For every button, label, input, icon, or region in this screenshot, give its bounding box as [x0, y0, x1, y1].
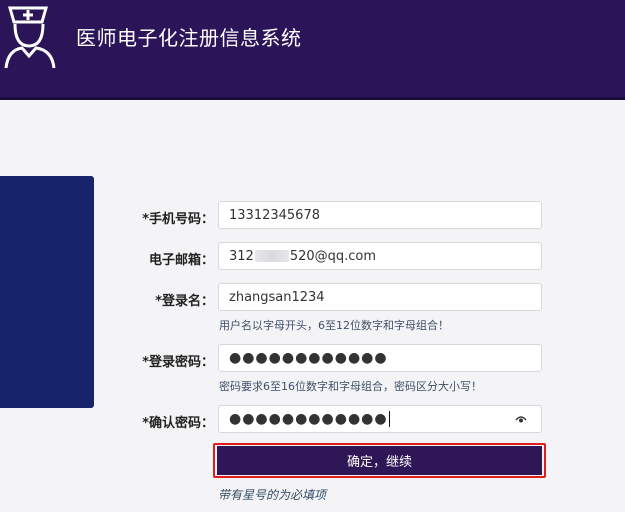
password-value: ●●●●●●●●●●●● [229, 350, 388, 366]
app-title: 医师电子化注册信息系统 [76, 26, 302, 50]
username-input[interactable]: zhangsan1234 [218, 283, 542, 311]
username-value: zhangsan1234 [229, 289, 325, 305]
email-label: 电子邮箱： [148, 253, 214, 268]
confirm-password-value: ●●●●●●●●●●●● [229, 411, 388, 427]
phone-label: *手机号码： [142, 212, 214, 227]
nurse-doctor-icon [4, 6, 56, 69]
required-fields-note: 带有星号的为必填项 [218, 488, 327, 502]
phone-value: 13312345678 [229, 207, 320, 223]
text-caret [388, 411, 390, 427]
email-value-suffix: 520@qq.com [289, 248, 377, 264]
password-input[interactable]: ●●●●●●●●●●●● [218, 344, 542, 372]
password-hint: 密码要求6至16位数字和字母组合，密码区分大小写！ [219, 380, 482, 393]
email-redacted-part [254, 250, 289, 262]
phone-input[interactable]: 13312345678 [218, 201, 542, 229]
side-panel [0, 176, 94, 408]
confirm-password-input[interactable]: ●●●●●●●●●●●● [218, 405, 542, 433]
confirm-password-label: *确认密码： [142, 416, 214, 431]
eye-icon[interactable] [515, 415, 527, 424]
password-label: *登录密码： [142, 355, 214, 370]
username-label: *登录名： [155, 294, 214, 309]
app-header: 医师电子化注册信息系统 [0, 0, 625, 100]
email-value-prefix: 312 [229, 248, 254, 264]
username-hint: 用户名以字母开头，6至12位数字和字母组合！ [219, 319, 449, 332]
confirm-continue-button[interactable]: 确定，继续 [217, 446, 542, 475]
email-input[interactable]: 312 520@qq.com [218, 242, 542, 270]
